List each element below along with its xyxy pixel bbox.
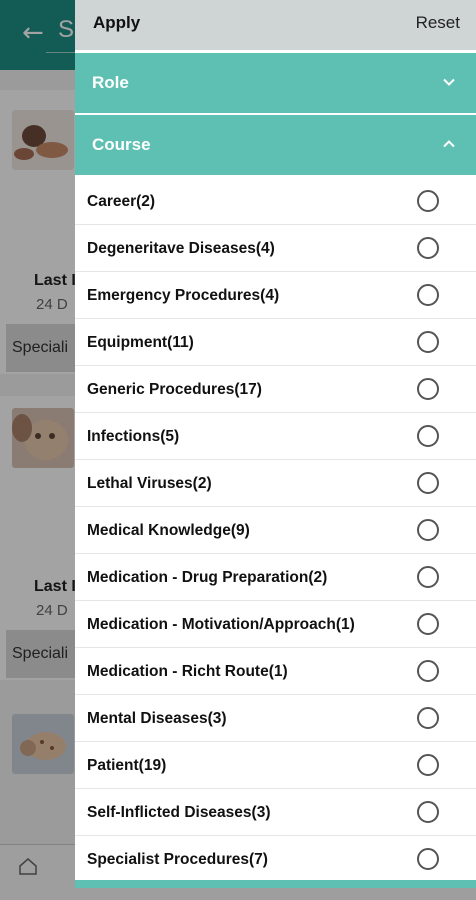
course-radio[interactable] (417, 613, 439, 635)
course-option-label: Medication - Motivation/Approach(1) (87, 616, 355, 633)
course-option-label: Specialist Procedures(7) (87, 851, 268, 868)
course-radio[interactable] (417, 519, 439, 541)
section-course[interactable]: Course (75, 115, 476, 175)
course-option-label: Emergency Procedures(4) (87, 287, 280, 304)
section-course-label: Course (92, 135, 151, 154)
course-radio[interactable] (417, 425, 439, 447)
course-option-label: Medication - Richt Route(1) (87, 663, 288, 680)
course-option-label: Patient(19) (87, 757, 167, 774)
course-option-label: Career(2) (87, 193, 156, 210)
course-option-label: Medical Knowledge(9) (87, 522, 250, 539)
course-option[interactable]: Degeneritave Diseases(4) (75, 225, 476, 272)
course-radio[interactable] (417, 707, 439, 729)
section-role[interactable]: Role (75, 53, 476, 113)
chevron-up-icon (443, 140, 455, 148)
course-radio[interactable] (417, 378, 439, 400)
course-radio[interactable] (417, 801, 439, 823)
course-option[interactable]: Medical Knowledge(9) (75, 507, 476, 554)
course-option-label: Generic Procedures(17) (87, 381, 262, 398)
course-option[interactable]: Self-Inflicted Diseases(3) (75, 789, 476, 836)
course-option[interactable]: Medication - Motivation/Approach(1) (75, 601, 476, 648)
course-options-list: Career(2) Degeneritave Diseases(4) Emerg… (75, 178, 476, 883)
course-option[interactable]: Medication - Drug Preparation(2) (75, 554, 476, 601)
course-option[interactable]: Mental Diseases(3) (75, 695, 476, 742)
course-radio[interactable] (417, 190, 439, 212)
section-role-label: Role (92, 73, 129, 92)
course-option-label: Self-Inflicted Diseases(3) (87, 804, 271, 821)
course-option[interactable]: Medication - Richt Route(1) (75, 648, 476, 695)
course-option-label: Equipment(11) (87, 334, 194, 351)
course-option-label: Degeneritave Diseases(4) (87, 240, 275, 257)
course-radio[interactable] (417, 331, 439, 353)
course-radio[interactable] (417, 284, 439, 306)
course-option[interactable]: Equipment(11) (75, 319, 476, 366)
course-option[interactable]: Lethal Viruses(2) (75, 460, 476, 507)
chevron-down-icon (443, 78, 455, 86)
course-option-label: Medication - Drug Preparation(2) (87, 569, 328, 586)
course-option-label: Mental Diseases(3) (87, 710, 227, 727)
course-radio[interactable] (417, 472, 439, 494)
course-radio[interactable] (417, 848, 439, 870)
reset-button[interactable]: Reset (416, 13, 460, 33)
course-radio[interactable] (417, 660, 439, 682)
course-radio[interactable] (417, 754, 439, 776)
course-option-label: Infections(5) (87, 428, 180, 445)
course-option[interactable]: Career(2) (75, 178, 476, 225)
course-radio[interactable] (417, 566, 439, 588)
course-option[interactable]: Emergency Procedures(4) (75, 272, 476, 319)
course-option[interactable]: Generic Procedures(17) (75, 366, 476, 413)
course-option-label: Lethal Viruses(2) (87, 475, 212, 492)
drawer-header: Apply Reset (75, 0, 476, 50)
course-option[interactable]: Infections(5) (75, 413, 476, 460)
course-option[interactable]: Specialist Procedures(7) (75, 836, 476, 883)
apply-button[interactable]: Apply (93, 13, 140, 33)
next-section-header[interactable] (75, 880, 476, 888)
course-radio[interactable] (417, 237, 439, 259)
filter-drawer: Apply Reset Role Course Career(2) Degene… (75, 0, 476, 888)
course-option[interactable]: Patient(19) (75, 742, 476, 789)
